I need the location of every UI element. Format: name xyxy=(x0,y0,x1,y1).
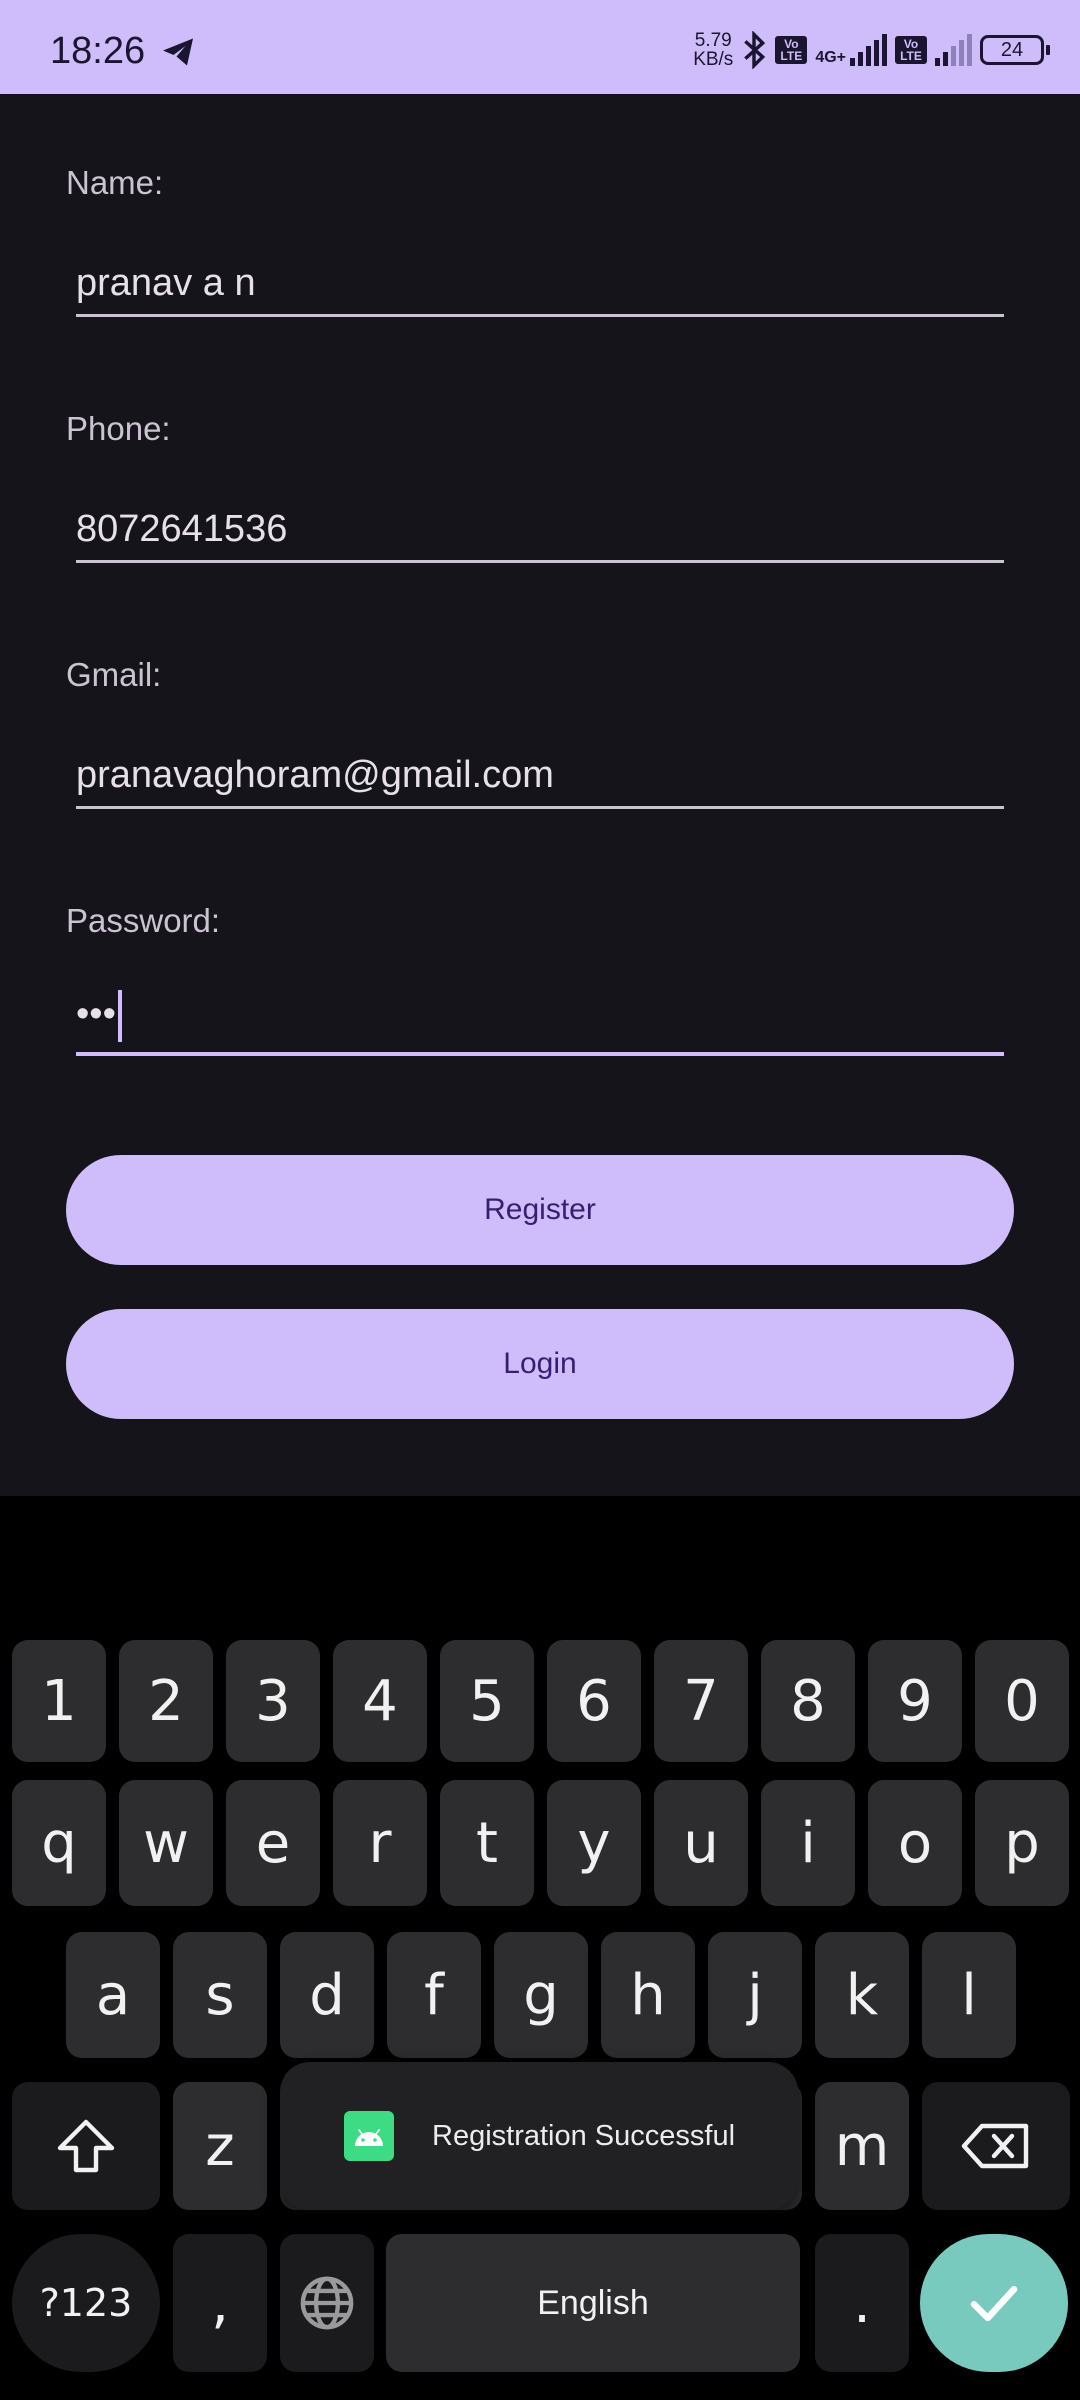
signal-bars-1-icon xyxy=(850,34,887,66)
registration-screen: Name: pranav a n Phone: 8072641536 Gmail… xyxy=(0,94,1080,1496)
name-input[interactable]: pranav a n xyxy=(76,262,256,305)
shift-icon xyxy=(57,2119,115,2173)
network-speed: 5.79 KB/s xyxy=(693,30,734,70)
key-2[interactable]: 2 xyxy=(119,1640,213,1762)
enter-key[interactable] xyxy=(920,2234,1068,2372)
register-button[interactable]: Register xyxy=(66,1155,1014,1265)
password-value: ••• xyxy=(76,993,116,1036)
toast-message: Registration Successful xyxy=(432,2119,736,2152)
key-d[interactable]: d xyxy=(280,1932,374,2058)
key-1[interactable]: 1 xyxy=(12,1640,106,1762)
checkmark-icon xyxy=(970,2286,1018,2322)
key-m[interactable]: m xyxy=(815,2082,909,2210)
key-y[interactable]: y xyxy=(547,1780,641,1906)
password-label: Password: xyxy=(66,902,221,939)
phone-label: Phone: xyxy=(66,410,171,447)
status-bar: 18:26 5.79 KB/s Vo LTE 4G+ Vo LTE 24 xyxy=(0,0,1080,94)
comma-key[interactable]: , xyxy=(173,2234,267,2372)
name-underline xyxy=(76,314,1004,317)
key-w[interactable]: w xyxy=(119,1780,213,1906)
key-3[interactable]: 3 xyxy=(226,1640,320,1762)
android-head-shape xyxy=(355,2129,383,2146)
key-7[interactable]: 7 xyxy=(654,1640,748,1762)
gmail-input[interactable]: pranavaghoram@gmail.com xyxy=(76,754,554,797)
space-key[interactable]: English xyxy=(386,2234,800,2372)
signal-bars-2-icon xyxy=(935,34,972,66)
key-l[interactable]: l xyxy=(922,1932,1016,2058)
volte-icon-2: Vo LTE xyxy=(895,36,927,64)
android-icon xyxy=(344,2111,394,2161)
key-o[interactable]: o xyxy=(868,1780,962,1906)
key-t[interactable]: t xyxy=(440,1780,534,1906)
toast-notification: Registration Successful xyxy=(280,2062,798,2210)
key-e[interactable]: e xyxy=(226,1780,320,1906)
key-h[interactable]: h xyxy=(601,1932,695,2058)
key-q[interactable]: q xyxy=(12,1780,106,1906)
telegram-icon xyxy=(163,38,193,66)
password-input[interactable]: ••• xyxy=(76,990,122,1042)
symbols-key[interactable]: ?123 xyxy=(12,2234,160,2372)
key-8[interactable]: 8 xyxy=(761,1640,855,1762)
key-u[interactable]: u xyxy=(654,1780,748,1906)
key-0[interactable]: 0 xyxy=(975,1640,1069,1762)
key-j[interactable]: j xyxy=(708,1932,802,2058)
key-r[interactable]: r xyxy=(333,1780,427,1906)
backspace-key[interactable] xyxy=(922,2082,1070,2210)
key-z[interactable]: z xyxy=(173,2082,267,2210)
bluetooth-icon xyxy=(744,31,766,69)
battery-icon: 24 xyxy=(980,35,1050,65)
key-5[interactable]: 5 xyxy=(440,1640,534,1762)
period-key[interactable]: . xyxy=(815,2234,909,2372)
key-p[interactable]: p xyxy=(975,1780,1069,1906)
status-time: 18:26 xyxy=(50,30,146,72)
key-i[interactable]: i xyxy=(761,1780,855,1906)
globe-icon xyxy=(300,2276,354,2330)
key-g[interactable]: g xyxy=(494,1932,588,2058)
network-type: 4G+ xyxy=(815,49,846,66)
key-9[interactable]: 9 xyxy=(868,1640,962,1762)
gmail-label: Gmail: xyxy=(66,656,162,693)
text-cursor xyxy=(117,990,122,1042)
key-k[interactable]: k xyxy=(815,1932,909,2058)
soft-keyboard: 1 2 3 4 5 6 7 8 9 0 q w e r t y u i o p … xyxy=(0,1496,1080,2400)
key-s[interactable]: s xyxy=(173,1932,267,2058)
key-a[interactable]: a xyxy=(66,1932,160,2058)
gmail-underline xyxy=(76,806,1004,809)
signal-4g: 4G+ xyxy=(815,34,887,66)
key-f[interactable]: f xyxy=(387,1932,481,2058)
language-key[interactable] xyxy=(280,2234,374,2372)
login-button[interactable]: Login xyxy=(66,1309,1014,1419)
phone-underline xyxy=(76,560,1004,563)
phone-input[interactable]: 8072641536 xyxy=(76,508,287,551)
status-icons: 5.79 KB/s Vo LTE 4G+ Vo LTE 24 xyxy=(693,30,1050,70)
volte-icon: Vo LTE xyxy=(775,36,808,64)
key-4[interactable]: 4 xyxy=(333,1640,427,1762)
password-underline xyxy=(76,1052,1004,1056)
shift-key[interactable] xyxy=(12,2082,160,2210)
key-6[interactable]: 6 xyxy=(547,1640,641,1762)
backspace-icon xyxy=(961,2123,1029,2169)
name-label: Name: xyxy=(66,164,164,201)
